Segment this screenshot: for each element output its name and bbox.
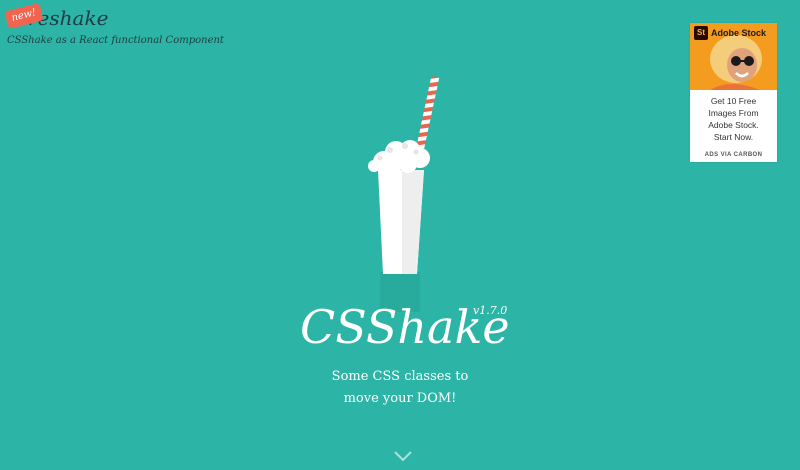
ad-brand-name: Adobe Stock bbox=[711, 28, 767, 38]
tagline-line: Some CSS classes to bbox=[331, 369, 469, 384]
straw bbox=[414, 76, 440, 156]
ad-text-line: Start Now. bbox=[713, 132, 754, 142]
ad-brand: St Adobe Stock bbox=[694, 26, 766, 40]
page-title: CSShake bbox=[300, 300, 510, 354]
adobe-stock-logo-icon: St bbox=[694, 26, 708, 40]
ad-text-line: Get 10 Free bbox=[710, 96, 757, 106]
carbon-ad[interactable]: St Adobe Stock Get 10 Free Images From A… bbox=[690, 23, 777, 162]
ad-text[interactable]: Get 10 Free Images From Adobe Stock. Sta… bbox=[690, 90, 777, 143]
ads-via-carbon-link[interactable]: ADS VIA CARBON bbox=[690, 152, 777, 158]
chevron-down-icon[interactable] bbox=[392, 448, 414, 464]
ad-text-line: Images From bbox=[708, 108, 759, 118]
tagline: Some CSS classes to move your DOM! bbox=[300, 366, 500, 410]
reshake-subtitle: CSShake as a React functional Component bbox=[7, 35, 224, 46]
tagline-line: move your DOM! bbox=[343, 391, 457, 406]
reshake-link[interactable]: new! reshake CSShake as a React function… bbox=[0, 0, 224, 52]
ad-image[interactable]: St Adobe Stock bbox=[690, 23, 777, 90]
version-label: v1.7.0 bbox=[473, 304, 508, 317]
ad-text-line: Adobe Stock. bbox=[708, 120, 759, 130]
milkshake-icon bbox=[368, 76, 440, 312]
